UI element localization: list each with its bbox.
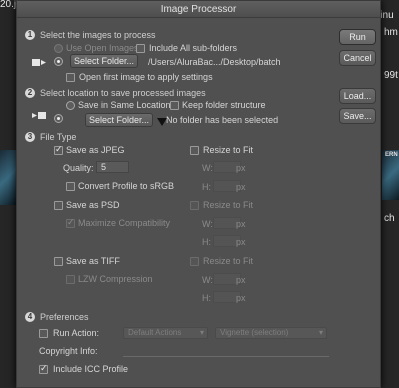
include-icc-profile-label: Include ICC Profile: [53, 364, 129, 374]
background-side-text: hm: [384, 27, 398, 38]
convert-srgb-label: Convert Profile to sRGB: [78, 181, 175, 191]
tiff-height-unit: px: [236, 293, 246, 303]
tiff-width-label: W:: [202, 275, 213, 285]
background-side-text: ERN: [385, 152, 398, 158]
psd-height-label: H:: [202, 237, 211, 247]
psd-resize-label: Resize to Fit: [203, 200, 254, 210]
jpeg-height-label: H:: [202, 182, 211, 192]
select-destination-folder-button[interactable]: Select Folder...: [85, 113, 153, 127]
lzw-compression-checkbox[interactable]: [66, 275, 75, 284]
select-source-folder-button[interactable]: Select Folder...: [70, 54, 138, 68]
save-as-psd-checkbox[interactable]: [54, 201, 63, 210]
section-4-heading: Preferences: [40, 312, 89, 322]
save-same-location-radio[interactable]: [66, 101, 75, 110]
section-2-number: 2: [25, 88, 35, 98]
destination-folder-icon: [32, 112, 46, 119]
jpeg-height-unit: px: [236, 182, 246, 192]
psd-width-label: W:: [202, 219, 213, 229]
folder-arrow-icon: [32, 59, 46, 66]
run-action-checkbox[interactable]: [39, 329, 48, 338]
open-first-image-checkbox[interactable]: [66, 73, 75, 82]
background-thumbnail: [0, 150, 16, 205]
dialog-title: Image Processor: [17, 1, 380, 18]
jpeg-quality-label: Quality:: [63, 163, 94, 173]
no-folder-selected-text: No folder has been selected: [166, 115, 279, 125]
background-side-text: ch: [384, 213, 395, 224]
use-open-images-label: Use Open Images: [66, 43, 139, 53]
tiff-width-unit: px: [236, 275, 246, 285]
psd-width-unit: px: [236, 219, 246, 229]
section-3-number: 3: [25, 132, 35, 142]
section-3-heading: File Type: [40, 132, 77, 142]
tiff-resize-label: Resize to Fit: [203, 256, 254, 266]
select-destination-folder-radio[interactable]: [54, 114, 63, 123]
use-open-images-radio[interactable]: [54, 44, 63, 53]
maximize-compatibility-label: Maximize Compatibility: [78, 218, 171, 228]
jpeg-quality-input[interactable]: 5: [96, 161, 129, 173]
save-as-tiff-label: Save as TIFF: [66, 256, 120, 266]
psd-height-unit: px: [236, 237, 246, 247]
cancel-button[interactable]: Cancel: [339, 50, 376, 66]
save-as-jpeg-checkbox[interactable]: [54, 144, 63, 155]
include-subfolders-checkbox[interactable]: [136, 44, 145, 53]
save-settings-button[interactable]: Save...: [339, 108, 376, 124]
save-as-psd-label: Save as PSD: [66, 200, 120, 210]
section-1-heading: Select the images to process: [40, 30, 156, 40]
background-side-text: 99t: [384, 70, 398, 81]
include-subfolders-label: Include All sub-folders: [149, 43, 238, 53]
keep-folder-structure-label: Keep folder structure: [182, 100, 266, 110]
maximize-compatibility-checkbox[interactable]: [66, 217, 75, 228]
save-as-tiff-checkbox[interactable]: [54, 257, 63, 266]
action-name-select[interactable]: Vignette (selection): [215, 327, 327, 339]
load-button[interactable]: Load...: [339, 88, 376, 104]
section-4-number: 4: [25, 312, 35, 322]
section-1-number: 1: [25, 30, 35, 40]
jpeg-resize-label: Resize to Fit: [203, 145, 254, 155]
save-as-jpeg-label: Save as JPEG: [66, 145, 125, 155]
tiff-resize-checkbox[interactable]: [190, 257, 199, 266]
tiff-height-label: H:: [202, 293, 211, 303]
run-action-label: Run Action:: [53, 328, 100, 338]
source-folder-path: /Users/AluraBac.../Desktop/batch: [148, 57, 281, 67]
save-same-location-label: Save in Same Location: [78, 100, 171, 110]
jpeg-width-label: W:: [202, 163, 213, 173]
copyright-info-input[interactable]: [123, 356, 329, 357]
open-first-image-label: Open first image to apply settings: [79, 72, 213, 82]
include-icc-profile-checkbox[interactable]: [39, 363, 48, 374]
mouse-cursor-icon: [157, 118, 167, 126]
action-set-select[interactable]: Default Actions: [123, 327, 208, 339]
lzw-compression-label: LZW Compression: [78, 274, 153, 284]
jpeg-width-unit: px: [236, 163, 246, 173]
jpeg-resize-checkbox[interactable]: [190, 146, 199, 155]
select-source-folder-radio[interactable]: [54, 57, 63, 66]
run-button[interactable]: Run: [339, 29, 376, 45]
convert-srgb-checkbox[interactable]: [66, 182, 75, 191]
section-2-heading: Select location to save processed images: [40, 88, 206, 98]
image-processor-dialog: Image Processor 1 Select the images to p…: [16, 0, 381, 388]
keep-folder-structure-checkbox[interactable]: [170, 101, 179, 110]
psd-resize-checkbox[interactable]: [190, 201, 199, 210]
copyright-info-label: Copyright Info:: [39, 346, 98, 356]
